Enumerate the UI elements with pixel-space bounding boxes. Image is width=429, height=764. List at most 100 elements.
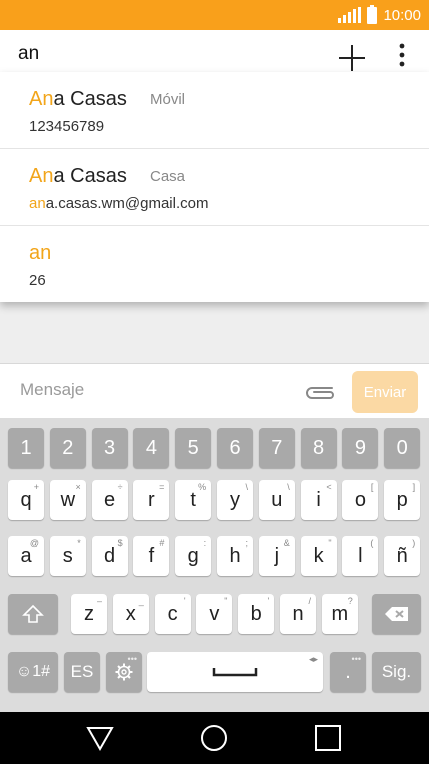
key-secondary-label: ) xyxy=(412,538,416,548)
key-label: 4 xyxy=(145,436,157,459)
key-secondary-label: # xyxy=(159,538,165,548)
key-b[interactable]: b ' xyxy=(238,594,275,634)
space-key[interactable]: ◂▸ xyxy=(147,652,323,692)
settings-key[interactable]: ••• xyxy=(106,652,142,692)
key-7[interactable]: 7 xyxy=(258,428,295,468)
key-secondary-label: $ xyxy=(117,538,123,548)
key-label: f xyxy=(148,544,155,567)
suggestion-item[interactable]: Ana Casas Móvil 123456789 xyxy=(0,72,429,149)
key-k[interactable]: k " xyxy=(300,536,337,576)
key-d[interactable]: d $ xyxy=(91,536,128,576)
more-options-button[interactable] xyxy=(390,40,414,76)
back-button[interactable] xyxy=(84,722,116,754)
key-secondary-label: @ xyxy=(29,538,39,548)
key-g[interactable]: g: xyxy=(175,536,212,576)
key-secondary-label: * xyxy=(77,538,81,548)
message-input[interactable]: Mensaje xyxy=(20,380,84,400)
key-q[interactable]: q + xyxy=(8,480,44,520)
key-8[interactable]: 8 xyxy=(300,428,337,468)
period-key[interactable]: •••. xyxy=(330,652,366,692)
back-triangle-icon xyxy=(86,727,114,752)
suggestion-type: Móvil xyxy=(150,91,186,108)
key-j[interactable]: j & xyxy=(258,536,295,576)
key-v[interactable]: v " xyxy=(196,594,233,634)
key-label: 1 xyxy=(20,436,32,459)
suggestion-name: Ana Casas xyxy=(29,165,127,187)
recents-button[interactable] xyxy=(312,722,344,754)
recents-square-icon xyxy=(315,725,341,751)
next-key[interactable]: Sig. xyxy=(372,652,421,692)
battery-icon xyxy=(367,4,378,24)
suggestion-detail: 123456789 xyxy=(29,118,105,135)
key-p[interactable]: p] xyxy=(384,480,421,520)
key-label: q xyxy=(20,488,32,511)
key-6[interactable]: 6 xyxy=(217,428,253,468)
key-label: g xyxy=(187,544,199,567)
key-label: z xyxy=(84,602,94,625)
add-recipient-button[interactable] xyxy=(334,40,370,76)
key-r[interactable]: r = xyxy=(133,480,170,520)
key-secondary-label: _ xyxy=(138,596,144,606)
key-u[interactable]: u \ xyxy=(258,480,295,520)
symbols-key[interactable]: ☺1# xyxy=(8,652,58,692)
key-label: l xyxy=(358,544,363,567)
key-secondary-label: " xyxy=(224,596,228,606)
key-a[interactable]: a @ xyxy=(8,536,44,576)
key-0[interactable]: 0 xyxy=(384,428,421,468)
key-w[interactable]: w × xyxy=(49,480,86,520)
key-secondary-label: – xyxy=(96,596,102,606)
key-9[interactable]: 9 xyxy=(342,428,379,468)
key-c[interactable]: c ' xyxy=(154,594,191,634)
key-i[interactable]: i < xyxy=(300,480,337,520)
key-label: y xyxy=(230,488,240,511)
key-h[interactable]: h; xyxy=(217,536,253,576)
key-o[interactable]: o[ xyxy=(342,480,379,520)
suggestion-detail: 26 xyxy=(29,272,46,289)
key-secondary-label: + xyxy=(33,482,39,492)
key-z[interactable]: z – xyxy=(71,594,107,634)
key-s[interactable]: s * xyxy=(49,536,86,576)
key-e[interactable]: e ÷ xyxy=(91,480,128,520)
home-circle-icon xyxy=(201,725,227,751)
backspace-key[interactable] xyxy=(372,594,421,634)
key-ñ[interactable]: ñ) xyxy=(384,536,421,576)
key-label: r xyxy=(148,488,155,511)
attach-button[interactable] xyxy=(302,380,338,404)
key-label: 7 xyxy=(271,436,283,459)
home-button[interactable] xyxy=(198,722,230,754)
key-t[interactable]: t% xyxy=(175,480,212,520)
suggestion-name: an xyxy=(29,242,52,264)
key-label: ñ xyxy=(396,544,408,567)
key-1[interactable]: 1 xyxy=(8,428,44,468)
key-x[interactable]: x _ xyxy=(112,594,149,634)
key-secondary-label: \ xyxy=(287,482,290,492)
key-m[interactable]: m? xyxy=(321,594,358,634)
key-2[interactable]: 2 xyxy=(49,428,86,468)
key-label: x xyxy=(125,602,136,625)
key-label: b xyxy=(250,602,262,625)
language-key[interactable]: ES xyxy=(64,652,100,692)
key-label: m xyxy=(331,602,349,625)
status-indicators: 10:00 xyxy=(338,0,421,30)
key-3[interactable]: 3 xyxy=(91,428,128,468)
key-label: h xyxy=(229,544,241,567)
recipient-input[interactable]: an xyxy=(18,43,39,65)
paperclip-icon xyxy=(306,387,334,399)
suggestion-name: Ana Casas xyxy=(29,88,127,110)
key-secondary-label: × xyxy=(75,482,81,492)
key-label: w xyxy=(60,488,76,511)
key-4[interactable]: 4 xyxy=(133,428,170,468)
key-5[interactable]: 5 xyxy=(175,428,212,468)
send-button[interactable]: Enviar xyxy=(352,371,418,413)
shift-key[interactable] xyxy=(8,594,58,634)
key-label: 2 xyxy=(62,436,74,459)
suggestion-item[interactable]: Ana Casas Casa ana.casas.wm@gmail.com xyxy=(0,149,429,226)
key-label: u xyxy=(271,488,283,511)
key-label: o xyxy=(354,488,366,511)
suggestion-item[interactable]: an 26 xyxy=(0,226,429,302)
key-label: 6 xyxy=(229,436,241,459)
key-f[interactable]: f # xyxy=(133,536,170,576)
key-y[interactable]: y \ xyxy=(217,480,253,520)
key-n[interactable]: n / xyxy=(280,594,316,634)
key-l[interactable]: l( xyxy=(342,536,379,576)
